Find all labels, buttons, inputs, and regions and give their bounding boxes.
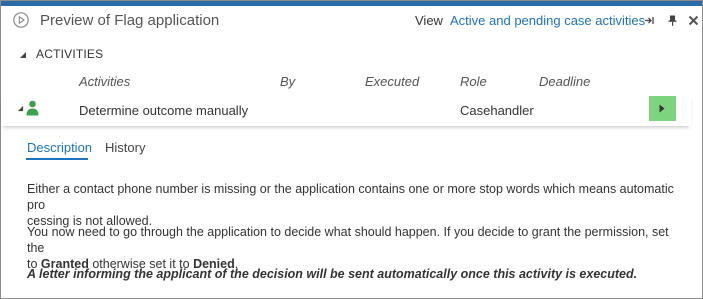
column-header-deadline: Deadline	[539, 74, 591, 89]
description-notice: A letter informing the applicant of the …	[27, 267, 638, 281]
row-expand-icon[interactable]	[17, 105, 24, 112]
column-header-activities: Activities	[79, 74, 131, 89]
arrow-right-icon	[659, 104, 665, 113]
activity-role: Casehandler	[460, 103, 534, 118]
open-activity-button[interactable]	[649, 96, 676, 121]
tab-description[interactable]: Description	[27, 140, 92, 155]
tab-history[interactable]: History	[105, 140, 145, 155]
description-paragraph-1: Either a contact phone number is missing…	[27, 182, 674, 228]
view-selector-link[interactable]: Active and pending case activities	[450, 13, 645, 28]
preview-panel: Preview of Flag application View Active …	[0, 0, 703, 299]
view-label: View	[415, 13, 443, 28]
section-collapse-icon[interactable]	[19, 51, 27, 59]
active-tab-indicator	[26, 158, 88, 160]
person-icon	[26, 100, 39, 116]
pin-icon[interactable]	[667, 15, 678, 26]
section-title: ACTIVITIES	[36, 47, 104, 61]
play-icon[interactable]	[13, 12, 29, 28]
column-header-role: Role	[460, 74, 487, 89]
collapse-icon[interactable]	[644, 15, 655, 26]
column-header-executed: Executed	[365, 74, 420, 89]
close-icon[interactable]	[688, 15, 699, 26]
panel-title: Preview of Flag application	[40, 12, 220, 29]
column-header-by: By	[280, 74, 296, 89]
description-paragraph-2: You now need to go through the applicati…	[27, 225, 669, 271]
activity-name[interactable]: Determine outcome manually	[79, 103, 248, 118]
panel-header: Preview of Flag application View Active …	[1, 6, 702, 36]
